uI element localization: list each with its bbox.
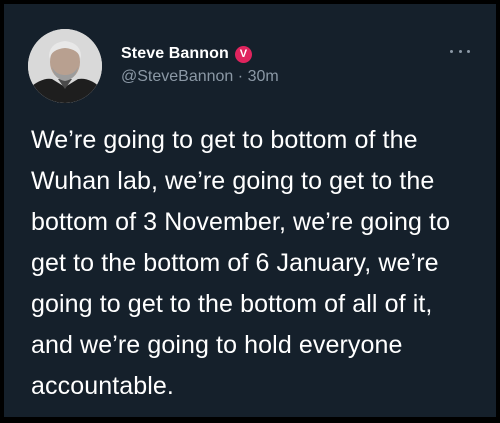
tweet-text: We’re going to get to bottom of the Wuha… <box>31 126 451 400</box>
timestamp[interactable]: 30m <box>248 68 279 85</box>
dot <box>467 49 470 53</box>
tweet-card[interactable]: Steve Bannon V @SteveBannon · 30m We’re … <box>4 4 496 417</box>
verified-badge-icon: V <box>234 45 252 63</box>
display-name[interactable]: Steve Bannon <box>121 45 229 63</box>
more-horizontal-icon[interactable] <box>450 46 470 56</box>
tweet-meta: @SteveBannon · 30m <box>121 68 279 86</box>
handle[interactable]: @SteveBannon <box>121 68 233 85</box>
dot <box>450 49 453 53</box>
author-row: Steve Bannon V <box>121 43 252 65</box>
dot <box>458 49 462 53</box>
avatar[interactable] <box>28 29 102 103</box>
separator: · <box>237 68 244 85</box>
profile-photo-icon <box>28 29 102 103</box>
